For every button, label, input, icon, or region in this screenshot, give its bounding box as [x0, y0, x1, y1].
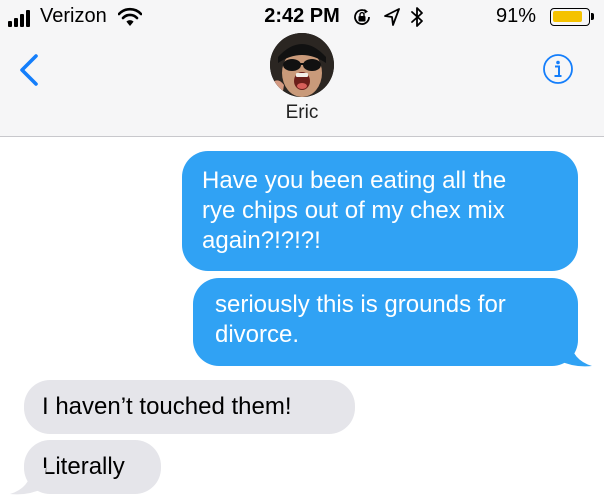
bubble-tail: [556, 340, 592, 367]
battery-percentage: 91%: [495, 5, 536, 27]
avatar-photo: [270, 33, 334, 97]
bubble-tail: [10, 468, 46, 495]
message-text-line: again?!?!?!: [202, 227, 321, 254]
bluetooth-icon: [411, 7, 423, 27]
message-text-line: Literally: [42, 453, 125, 480]
info-button[interactable]: [542, 53, 574, 85]
contact-name[interactable]: Eric: [0, 102, 604, 124]
message-text-line: Have you been eating all the: [202, 167, 507, 194]
received-message-bubble[interactable]: I haven’t touched them!: [24, 380, 355, 434]
message-text-line: I haven’t touched them!: [42, 393, 292, 420]
back-button[interactable]: [14, 52, 44, 88]
message-text-line: rye chips out of my chex mix: [202, 197, 505, 224]
info-icon: [543, 54, 573, 84]
chevron-left-icon: [20, 54, 38, 86]
status-bar: Verizon 2:42 PM 91%: [0, 0, 604, 36]
battery-icon: [550, 8, 594, 26]
sent-message-bubble[interactable]: seriously this is grounds for divorce.: [193, 278, 578, 366]
rotation-lock-icon: [354, 9, 370, 25]
message-text-line: divorce.: [215, 321, 300, 348]
location-icon: [384, 8, 400, 26]
conversation-header: Verizon 2:42 PM 91% Eric: [0, 0, 604, 137]
message-text-line: seriously this is grounds for: [215, 291, 506, 318]
sent-message-bubble[interactable]: Have you been eating all the rye chips o…: [182, 151, 578, 271]
avatar[interactable]: [270, 33, 334, 97]
